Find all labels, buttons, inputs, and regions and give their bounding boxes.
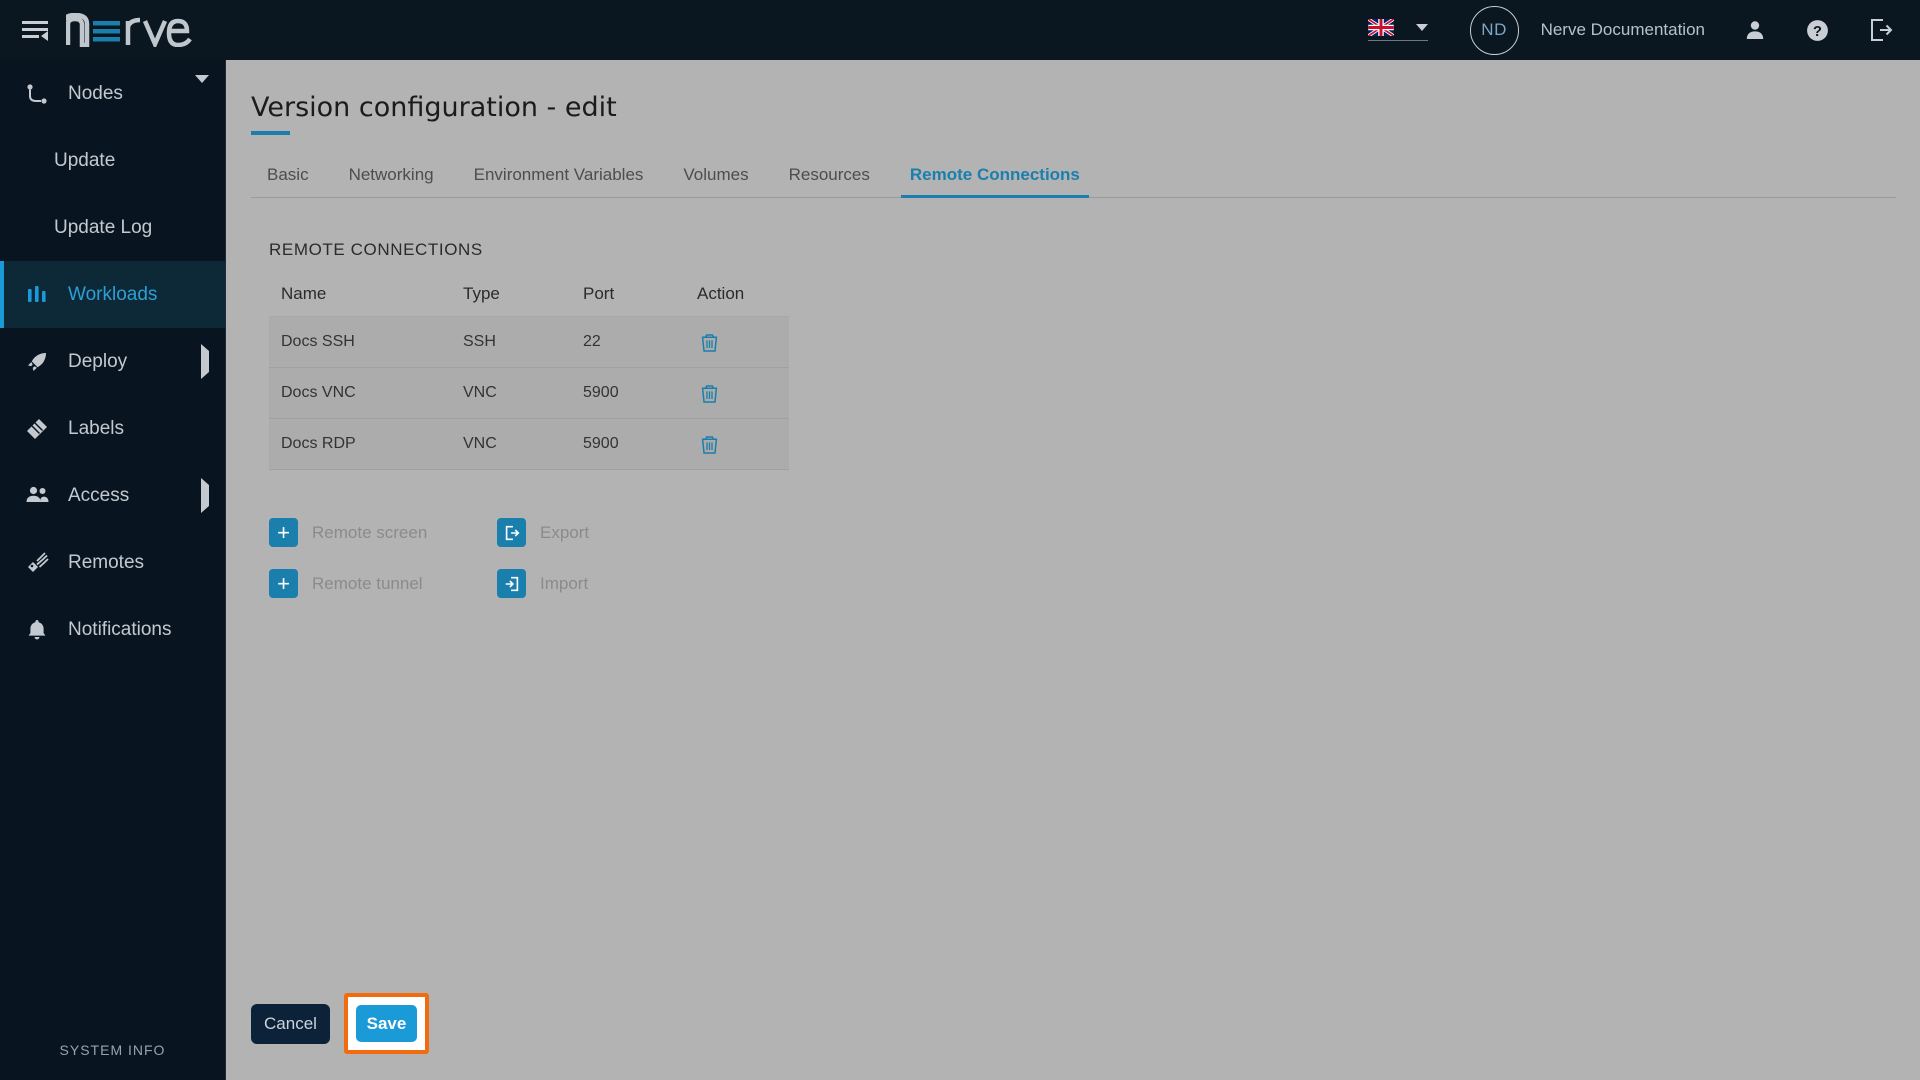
column-header-port: Port: [583, 284, 615, 303]
sidebar-item-label: Access: [68, 484, 130, 506]
page-title: Version configuration - edit: [251, 92, 617, 135]
column-header-name: Name: [281, 284, 327, 303]
chevron-down-icon[interactable]: [195, 74, 209, 105]
sidebar: Nodes Update Update Log Workloads Deploy…: [0, 60, 226, 1080]
cell-name: Docs SSH: [281, 333, 355, 350]
nodes-icon: [24, 81, 50, 107]
system-info-link[interactable]: SYSTEM INFO: [0, 1042, 225, 1058]
logout-icon[interactable]: [1868, 17, 1894, 43]
cell-name: Docs VNC: [281, 384, 356, 401]
sidebar-item-label: Nodes: [68, 82, 123, 104]
sidebar-item-label: Deploy: [68, 350, 128, 372]
table-row[interactable]: Docs VNC VNC 5900: [269, 368, 789, 419]
trash-icon[interactable]: [689, 333, 718, 352]
avatar[interactable]: ND: [1469, 5, 1519, 55]
table-row[interactable]: Docs SSH SSH 22: [269, 317, 789, 368]
sidebar-item-update-log[interactable]: Update Log: [0, 194, 225, 261]
avatar-initials: ND: [1481, 20, 1507, 39]
main-content: Version configuration - edit Basic Netwo…: [227, 60, 1920, 1080]
help-icon[interactable]: ?: [1805, 18, 1830, 43]
sidebar-item-label: Remotes: [68, 551, 145, 573]
bell-icon: [24, 617, 50, 643]
trash-icon[interactable]: [689, 384, 718, 403]
add-remote-tunnel-button[interactable]: + Remote tunnel: [269, 569, 497, 598]
cancel-button[interactable]: Cancel: [251, 1003, 330, 1044]
cell-port: 5900: [583, 435, 619, 452]
sidebar-item-workloads[interactable]: Workloads: [0, 261, 225, 328]
remotes-icon: [24, 550, 50, 576]
add-remote-screen-button[interactable]: + Remote screen: [269, 518, 497, 547]
menu-collapse-icon[interactable]: [22, 19, 48, 41]
uk-flag-icon: [1367, 19, 1394, 36]
column-header-type: Type: [463, 284, 500, 303]
sidebar-item-access[interactable]: Access: [0, 462, 225, 529]
user-name[interactable]: Nerve Documentation: [1541, 20, 1705, 40]
plus-icon: +: [269, 518, 298, 547]
footer-buttons: Cancel Save: [251, 993, 429, 1054]
workloads-icon: [24, 282, 50, 308]
action-label: Remote tunnel: [312, 573, 423, 593]
cell-type: VNC: [463, 435, 497, 452]
tab-basic[interactable]: Basic: [267, 165, 309, 197]
sidebar-item-nodes[interactable]: Nodes: [0, 60, 225, 127]
action-label: Import: [540, 573, 589, 593]
labels-tag-icon: [24, 416, 50, 442]
export-button[interactable]: Export: [497, 518, 1920, 547]
plus-icon: +: [269, 569, 298, 598]
tab-remote-connections[interactable]: Remote Connections: [900, 165, 1089, 198]
table-row[interactable]: Docs RDP VNC 5900: [269, 419, 789, 470]
app-root: ND Nerve Documentation ? Nodes Update Up…: [0, 0, 1920, 1080]
import-icon: [497, 569, 526, 598]
chevron-down-icon: [1415, 24, 1428, 31]
tab-resources[interactable]: Resources: [789, 165, 870, 197]
table-header-row: Name Type Port Action: [269, 284, 789, 317]
sidebar-item-label: Update: [54, 149, 116, 171]
sidebar-item-label: Labels: [68, 417, 124, 439]
tab-volumes[interactable]: Volumes: [683, 165, 748, 197]
sidebar-item-remotes[interactable]: Remotes: [0, 529, 225, 596]
sidebar-item-label: Update Log: [54, 216, 153, 238]
import-button[interactable]: Import: [497, 569, 1920, 598]
deploy-rocket-icon: [24, 349, 50, 375]
save-button[interactable]: Save: [356, 1005, 417, 1042]
trash-icon[interactable]: [689, 435, 718, 454]
cell-port: 22: [583, 333, 601, 350]
chevron-right-icon[interactable]: [201, 477, 209, 513]
sidebar-item-label: Workloads: [68, 283, 158, 305]
svg-text:?: ?: [1813, 23, 1822, 39]
sidebar-item-notifications[interactable]: Notifications: [0, 596, 225, 663]
user-icon[interactable]: [1743, 18, 1767, 42]
save-button-highlight: Save: [344, 993, 429, 1054]
sidebar-item-labels[interactable]: Labels: [0, 395, 225, 462]
action-label: Export: [540, 522, 590, 542]
tab-networking[interactable]: Networking: [349, 165, 434, 197]
tab-environment-variables[interactable]: Environment Variables: [474, 165, 644, 197]
column-header-action: Action: [697, 284, 745, 303]
nerve-logo: [66, 0, 196, 60]
cell-type: SSH: [463, 333, 496, 350]
top-bar-right: ND Nerve Documentation ?: [1367, 0, 1920, 60]
cell-name: Docs RDP: [281, 435, 356, 452]
chevron-right-icon[interactable]: [201, 343, 209, 379]
cell-type: VNC: [463, 384, 497, 401]
sidebar-item-update[interactable]: Update: [0, 127, 225, 194]
sidebar-item-label: Notifications: [68, 618, 172, 640]
action-buttons: + Remote screen Export + Remote tunnel I…: [269, 518, 1920, 598]
section-title: REMOTE CONNECTIONS: [269, 240, 483, 259]
action-label: Remote screen: [312, 522, 428, 542]
sidebar-item-deploy[interactable]: Deploy: [0, 328, 225, 395]
cell-port: 5900: [583, 384, 619, 401]
tab-bar: Basic Networking Environment Variables V…: [251, 165, 1896, 198]
export-icon: [497, 518, 526, 547]
remote-connections-table: Name Type Port Action Docs SSH SSH 22 Do…: [269, 284, 789, 470]
nerve-logo-icon: [66, 13, 192, 47]
top-bar: ND Nerve Documentation ?: [0, 0, 1920, 60]
access-users-icon: [24, 483, 50, 509]
language-selector[interactable]: [1367, 19, 1428, 41]
